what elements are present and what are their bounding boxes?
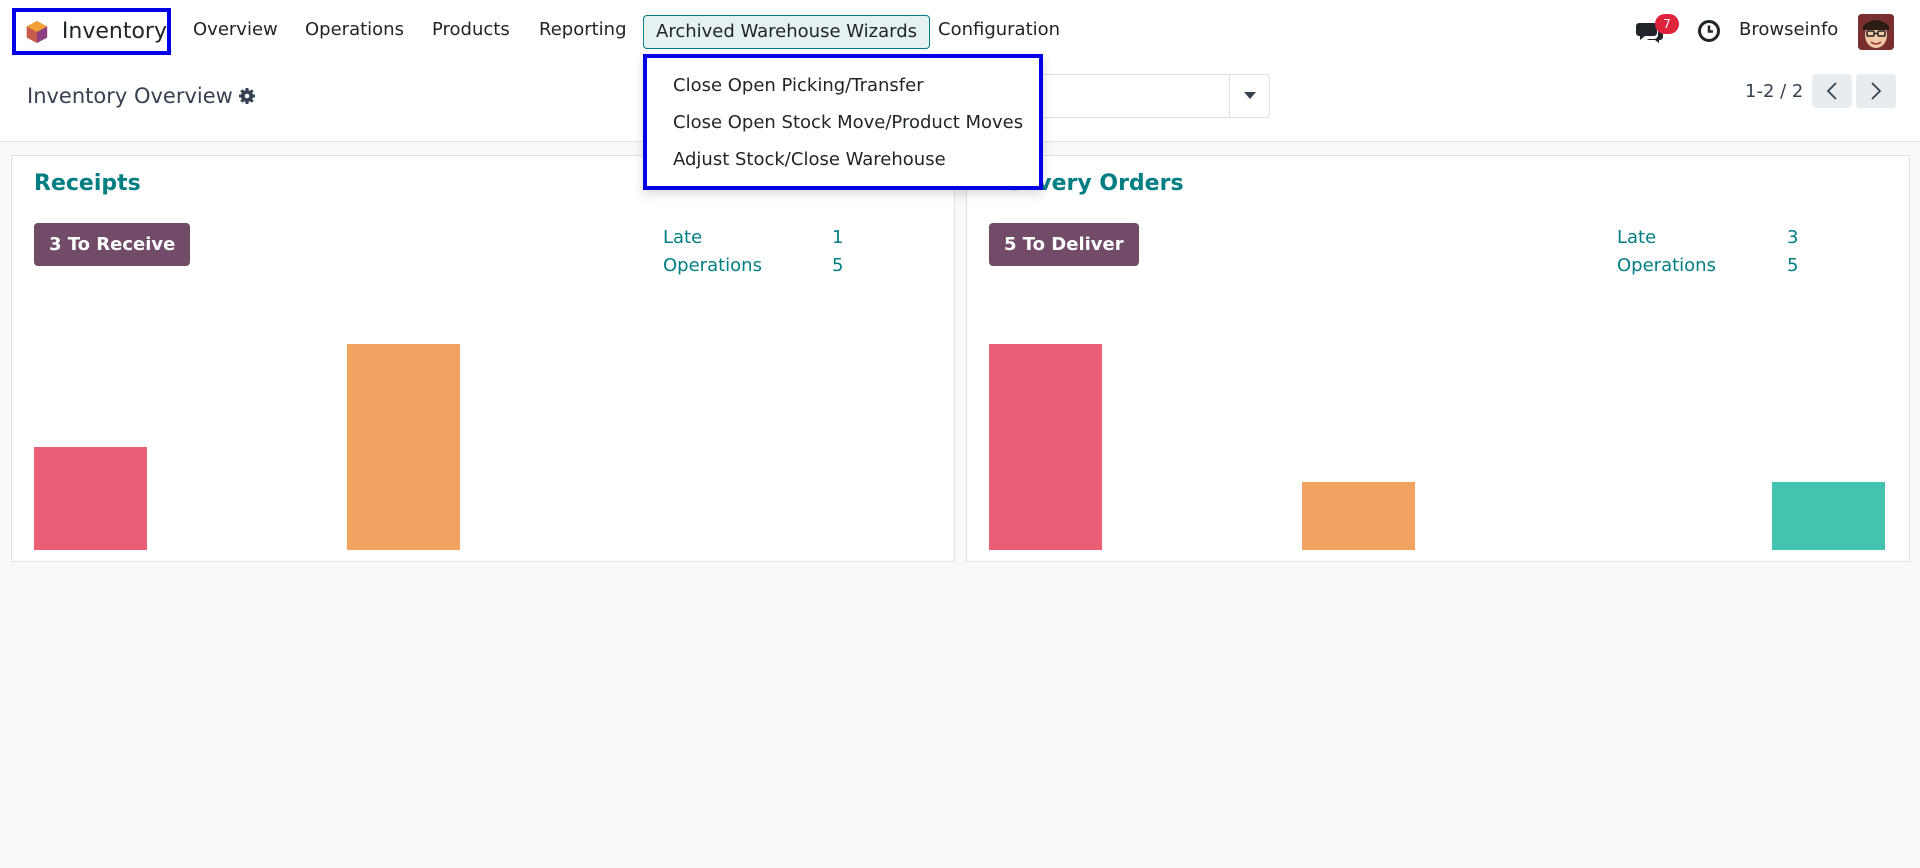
dropdown-item-close-open-picking[interactable]: Close Open Picking/Transfer [673,75,924,96]
app-brand[interactable]: Inventory [12,8,171,55]
inventory-app-icon [26,20,48,43]
app-name: Inventory [61,19,167,44]
menu-products[interactable]: Products [432,19,510,40]
gear-icon[interactable] [238,87,256,105]
chat-count-badge: 7 [1655,14,1679,34]
clock-icon[interactable] [1697,19,1721,43]
avatar-image [1858,14,1894,50]
chevron-left-icon [1826,82,1837,100]
stat-late-value[interactable]: 3 [1787,227,1798,248]
graph-bar[interactable] [989,344,1102,550]
search-options-toggle[interactable] [1229,74,1270,118]
card-title[interactable]: Receipts [34,171,141,196]
user-avatar[interactable] [1858,14,1894,50]
stat-late-label[interactable]: Late [663,227,702,248]
menu-configuration[interactable]: Configuration [938,19,1060,40]
pager-value[interactable]: 1-2 / 2 [1745,81,1803,102]
stat-late-label[interactable]: Late [1617,227,1656,248]
stat-operations-value[interactable]: 5 [1787,255,1798,276]
menu-overview[interactable]: Overview [193,19,278,40]
stat-operations-value[interactable]: 5 [832,255,843,276]
graph-bar[interactable] [34,447,147,550]
menu-reporting[interactable]: Reporting [539,19,627,40]
company-name[interactable]: Browseinfo [1739,19,1838,40]
dropdown-item-adjust-stock[interactable]: Adjust Stock/Close Warehouse [673,149,946,170]
receipts-card: Receipts 3 To Receive Late 1 Operations … [11,155,955,562]
menu-operations[interactable]: Operations [305,19,404,40]
page-title: Inventory Overview [27,84,233,108]
graph-bar[interactable] [1302,482,1415,550]
stat-operations-label[interactable]: Operations [1617,255,1716,276]
chevron-right-icon [1871,82,1882,100]
to-deliver-button[interactable]: 5 To Deliver [989,223,1139,266]
stat-operations-label[interactable]: Operations [663,255,762,276]
archived-warehouse-wizards-dropdown: Close Open Picking/Transfer Close Open S… [643,54,1043,190]
menu-archived-warehouse-wizards[interactable]: Archived Warehouse Wizards [643,15,931,49]
delivery-orders-card: Delivery Orders 5 To Deliver Late 3 Oper… [966,155,1910,562]
top-navbar: Inventory Overview Operations Products R… [0,0,1920,62]
pager-previous-button[interactable] [1812,74,1852,108]
stat-late-value[interactable]: 1 [832,227,843,248]
pager-next-button[interactable] [1856,74,1896,108]
to-receive-button[interactable]: 3 To Receive [34,223,191,266]
graph-bar[interactable] [347,344,460,550]
graph-bar[interactable] [1772,482,1885,550]
caret-down-icon [1243,92,1256,99]
dropdown-item-close-open-stock-move[interactable]: Close Open Stock Move/Product Moves [673,112,1023,133]
